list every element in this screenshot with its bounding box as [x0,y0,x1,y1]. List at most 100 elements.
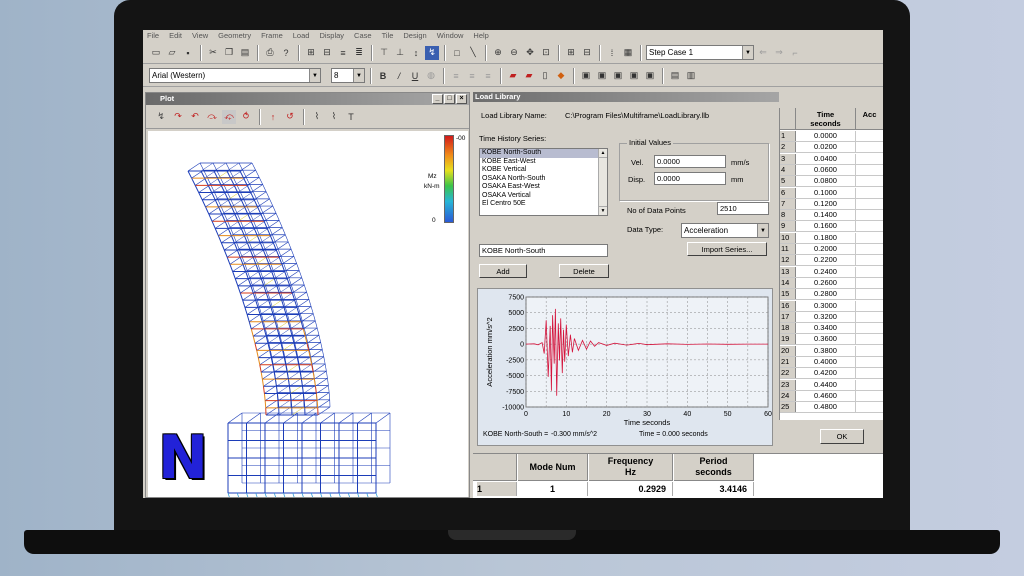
acc-cell[interactable] [856,154,883,164]
acc-cell[interactable] [856,312,883,322]
zoom-out-icon[interactable]: ⊖ [507,46,521,60]
series-item[interactable]: OSAKA Vertical [480,192,607,201]
acc-cell[interactable] [856,199,883,209]
paint-icon[interactable]: ◆ [554,69,568,83]
scroll-down-icon[interactable]: ▼ [599,206,607,215]
fit-view-icon[interactable]: ⊡ [539,46,553,60]
time-cell[interactable]: 0.4800 [796,402,856,413]
text-icon[interactable]: T [344,110,358,124]
time-cell[interactable]: 0.0600 [796,164,856,175]
time-cell[interactable]: 0.3200 [796,311,856,322]
align-center-icon[interactable]: ≡ [465,69,479,83]
table-row[interactable]: 24 0.4600 [780,390,883,402]
time-cell[interactable]: 0.1200 [796,198,856,209]
table-row[interactable]: 19 0.3600 [780,334,883,346]
table-icon[interactable]: ⊟ [580,46,594,60]
time-cell[interactable]: 0.2000 [796,244,856,254]
frame-tool-icon[interactable]: ⊞ [304,46,318,60]
chevron-down-icon[interactable]: ▼ [353,69,364,82]
acc-cell[interactable] [856,323,883,333]
view-front-icon[interactable]: ▣ [595,69,609,83]
acc-cell[interactable] [856,210,883,220]
select-tool-icon[interactable]: ↯ [425,45,439,60]
series-list[interactable]: KOBE North-South KOBE East-West KOBE Verti… [479,148,608,216]
time-cell[interactable]: 0.3800 [796,345,856,356]
time-cell[interactable]: 0.2400 [796,266,856,277]
menu-item[interactable]: Window [437,30,464,42]
table-row[interactable]: 25 0.4800 [780,402,883,414]
table-row[interactable]: 5 0.0800 [780,176,883,188]
acc-cell[interactable] [856,188,883,198]
font-name-select[interactable]: Arial (Western) ▼ [149,68,321,83]
pan-icon[interactable]: ✥ [523,46,537,60]
stress-icon[interactable]: ⌇ [327,110,341,124]
chevron-down-icon[interactable]: ▼ [742,46,753,59]
paste-icon[interactable]: ▤ [238,46,252,60]
menu-item[interactable]: Frame [261,30,283,42]
acc-cell[interactable] [856,255,883,265]
moment-y-icon[interactable]: ⤼ [205,110,219,124]
series-scrollbar[interactable]: ▲ ▼ [598,149,607,215]
node-tool-icon[interactable]: ⊥ [393,46,407,60]
deflection-icon[interactable]: ⌇ [310,110,324,124]
help-icon[interactable]: ? [279,46,293,60]
grid-icon[interactable]: ⊞ [564,46,578,60]
acc-cell[interactable] [856,402,883,412]
align-left-icon[interactable]: ≡ [449,69,463,83]
table-row[interactable]: 13 0.2400 [780,266,883,278]
time-cell[interactable]: 0.4600 [796,390,856,401]
layout-icon[interactable]: ▦ [621,46,635,60]
time-cell[interactable]: 0.2800 [796,289,856,300]
menu-item[interactable]: Case [354,30,372,42]
time-cell[interactable]: 0.4200 [796,368,856,379]
open-folder-icon[interactable]: ▱ [165,46,179,60]
save-icon[interactable]: ▪ [181,46,195,60]
acc-cell[interactable] [856,334,883,344]
menu-item[interactable]: Design [403,30,426,42]
arrow-right-icon[interactable]: ⇒ [772,46,786,60]
time-cell[interactable]: 0.3600 [796,334,856,345]
menu-item[interactable]: File [147,30,159,42]
table-row[interactable]: 8 0.1400 [780,210,883,222]
series-item[interactable]: OSAKA North-South [480,175,607,184]
table-row[interactable]: 11 0.2000 [780,244,883,255]
acc-cell[interactable] [856,391,883,401]
series-item[interactable]: KOBE East-West [480,158,607,167]
acc-cell[interactable] [856,244,883,254]
table-row[interactable]: 15 0.2800 [780,289,883,301]
time-cell[interactable]: 0.0000 [796,131,856,141]
chevron-down-icon[interactable]: ▼ [309,69,320,82]
table-row[interactable]: 18 0.3400 [780,323,883,335]
copy-icon[interactable]: ❐ [222,46,236,60]
table-row[interactable]: 22 0.4200 [780,368,883,380]
table-row[interactable]: 10 0.1800 [780,232,883,244]
torsion-icon[interactable]: ⥀ [239,110,253,124]
disp-input[interactable]: 0.0000 [654,172,726,185]
menu-item[interactable]: Load [293,30,310,42]
data-type-select[interactable]: Acceleration ▼ [681,223,769,238]
time-cell[interactable]: 0.1800 [796,232,856,243]
color-icon[interactable]: ◍ [424,69,438,83]
label-tool-icon[interactable]: ≡ [336,46,350,60]
snap-icon[interactable]: ⁞ [605,46,619,60]
new-file-icon[interactable]: ▭ [149,46,163,60]
series-name-input[interactable]: KOBE North-South [479,244,608,257]
document-icon[interactable]: ▯ [538,69,552,83]
acc-cell[interactable] [856,267,883,277]
underline-icon[interactable]: U [408,69,422,83]
acc-cell[interactable] [856,131,883,141]
view-icon[interactable]: ▣ [579,69,593,83]
time-cell[interactable]: 0.2600 [796,277,856,288]
italic-icon[interactable]: / [392,69,406,83]
table-row[interactable]: 1 0.0000 [780,131,883,142]
bold-icon[interactable]: B [376,69,390,83]
mode-num-cell[interactable]: 1 [518,482,588,496]
close-icon[interactable]: × [456,94,467,104]
view-3d-icon[interactable]: ▣ [643,69,657,83]
results-icon[interactable]: ▥ [684,69,698,83]
table-row[interactable]: 21 0.4000 [780,357,883,368]
series-item[interactable]: OSAKA East-West [480,183,607,192]
table-row[interactable]: 16 0.3000 [780,300,883,312]
vel-input[interactable]: 0.0000 [654,155,726,168]
time-cell[interactable]: 0.0200 [796,142,856,153]
